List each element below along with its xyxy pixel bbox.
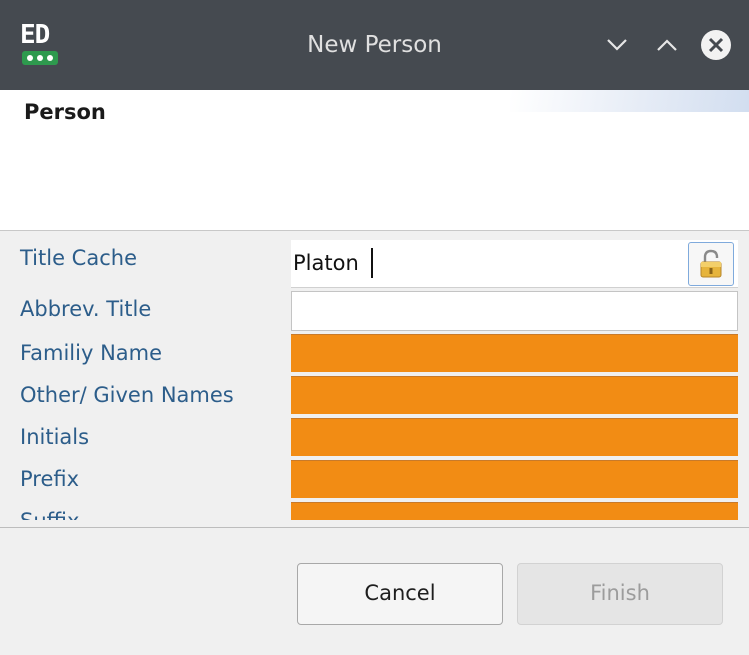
initials-input[interactable] xyxy=(291,418,738,456)
close-circle-icon xyxy=(701,30,731,60)
abbrev-title-input[interactable] xyxy=(291,291,738,331)
footer-divider xyxy=(0,527,749,528)
title-cache-input[interactable]: Platon xyxy=(291,240,738,288)
page-title: Person xyxy=(24,100,106,124)
minimize-button[interactable] xyxy=(600,28,634,62)
given-names-input[interactable] xyxy=(291,376,738,414)
window-title: New Person xyxy=(307,32,442,58)
label-family-name: Familiy Name xyxy=(20,341,163,365)
label-prefix: Prefix xyxy=(20,467,80,491)
label-initials: Initials xyxy=(20,425,90,449)
new-person-dialog: ED New Person Person Title Cache Platon … xyxy=(0,0,749,655)
person-form[interactable]: Title Cache Platon Abbrev. Title Familiy… xyxy=(10,231,749,520)
finish-button[interactable]: Finish xyxy=(517,563,723,625)
close-button[interactable] xyxy=(699,28,733,62)
prefix-input[interactable] xyxy=(291,460,738,498)
label-title-cache: Title Cache xyxy=(20,246,137,270)
label-abbrev-title: Abbrev. Title xyxy=(20,297,152,321)
chevron-up-icon xyxy=(657,39,677,51)
label-given-names: Other/ Given Names xyxy=(20,383,234,407)
family-name-input[interactable] xyxy=(291,334,738,372)
label-suffix: Suffix xyxy=(20,509,79,520)
title-cache-value: Platon xyxy=(293,251,359,275)
header-decoration xyxy=(510,90,749,112)
maximize-button[interactable] xyxy=(650,28,684,62)
unlocked-padlock-icon xyxy=(700,249,722,278)
wizard-header: Person xyxy=(0,90,749,231)
cancel-button[interactable]: Cancel xyxy=(297,563,503,625)
suffix-input[interactable] xyxy=(291,502,738,520)
text-caret xyxy=(371,248,373,278)
lock-toggle-button[interactable] xyxy=(688,242,734,286)
title-bar[interactable]: ED New Person xyxy=(0,0,749,90)
chevron-down-icon xyxy=(607,39,627,51)
